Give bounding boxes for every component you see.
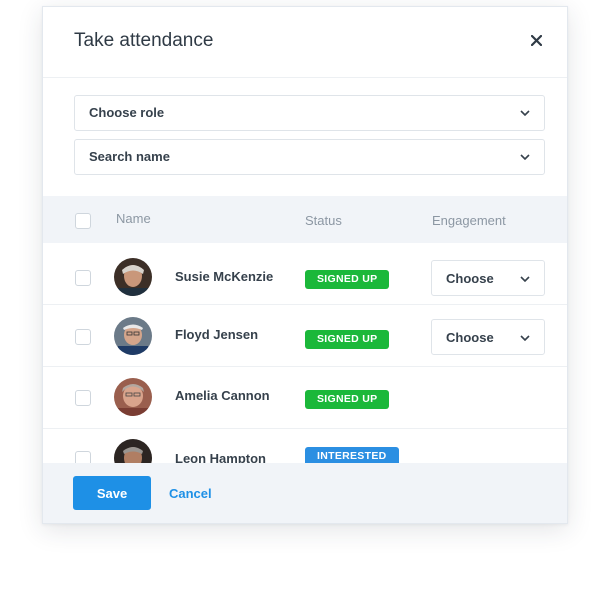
avatar (114, 378, 152, 416)
status-badge: SIGNED UP (305, 330, 390, 349)
table-row: Leon Hampton INTERESTED (43, 429, 567, 463)
engagement-select[interactable]: Choose (431, 260, 545, 296)
engagement-select[interactable]: Choose (431, 319, 545, 355)
avatar (114, 439, 152, 463)
table-row: Susie McKenzie SIGNED UP Choose (43, 243, 567, 305)
avatar (114, 258, 152, 296)
name-search-select[interactable]: Search name (74, 139, 545, 175)
modal-footer: Save Cancel (43, 463, 567, 523)
table-header: Name Status Engagement (43, 196, 567, 243)
status-badge: INTERESTED (305, 447, 399, 463)
column-header-engagement: Engagement (432, 213, 506, 228)
chevron-down-icon (520, 110, 530, 116)
avatar (114, 317, 152, 355)
row-checkbox[interactable] (75, 270, 91, 286)
chevron-down-icon (520, 276, 530, 282)
modal-header: Take attendance (43, 7, 567, 78)
chevron-down-icon (520, 154, 530, 160)
table-row: Floyd Jensen SIGNED UP Choose (43, 305, 567, 367)
status-badge: SIGNED UP (305, 270, 390, 289)
row-checkbox[interactable] (75, 329, 91, 345)
role-select[interactable]: Choose role (74, 95, 545, 131)
modal-title: Take attendance (74, 30, 214, 51)
column-header-name: Name (116, 211, 151, 226)
close-button[interactable] (525, 29, 547, 51)
status-badge: SIGNED UP (305, 390, 390, 409)
attendance-modal: Take attendance Choose role Search name … (42, 6, 568, 524)
role-select-label: Choose role (89, 105, 165, 120)
name-search-label: Search name (89, 149, 170, 164)
attendee-name: Leon Hampton (175, 451, 266, 463)
save-button[interactable]: Save (73, 476, 151, 510)
select-all-checkbox[interactable] (75, 213, 91, 229)
column-header-status: Status (305, 213, 342, 228)
chevron-down-icon (520, 335, 530, 341)
engagement-select-label: Choose (446, 330, 494, 345)
table-row: Amelia Cannon SIGNED UP (43, 367, 567, 429)
attendee-name: Susie McKenzie (175, 269, 274, 284)
attendee-list: Susie McKenzie SIGNED UP Choose Floyd Je… (43, 243, 567, 463)
attendee-name: Amelia Cannon (175, 388, 270, 403)
row-checkbox[interactable] (75, 390, 91, 406)
row-checkbox[interactable] (75, 451, 91, 463)
attendee-name: Floyd Jensen (175, 327, 259, 342)
close-icon (530, 34, 542, 46)
engagement-select-label: Choose (446, 271, 494, 286)
cancel-button[interactable]: Cancel (169, 486, 212, 501)
